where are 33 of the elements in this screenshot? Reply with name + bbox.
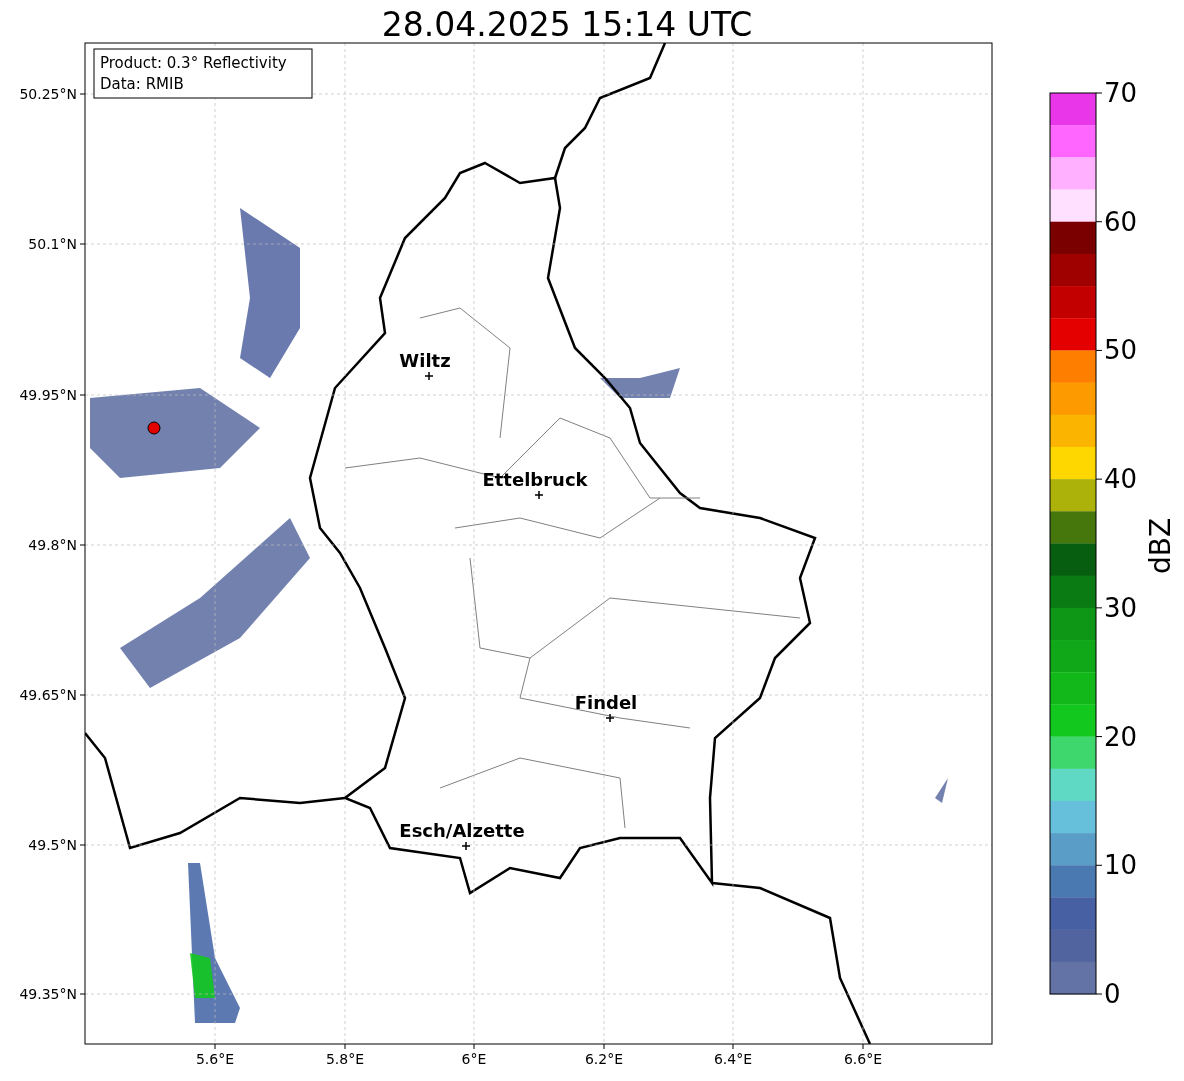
- city-label: Esch/Alzette: [399, 820, 525, 841]
- axis-tick-label: 6.6°E: [843, 1051, 883, 1067]
- colorbar-tick-label: 10: [1104, 850, 1138, 881]
- axis-tick-label: 50.1°N: [28, 236, 77, 252]
- colorbar-tick-label: 30: [1104, 592, 1138, 623]
- chart-title: 28.04.2025 15:14 UTC: [380, 8, 754, 41]
- colorbar-tick-label: 0: [1104, 979, 1121, 1009]
- axis-tick-label: 5.6°E: [195, 1051, 235, 1067]
- city-label: Wiltz: [399, 350, 451, 371]
- colorbar-label: dBZ: [1144, 517, 1177, 575]
- axis-tick-label: 6.2°E: [584, 1051, 624, 1067]
- axis-tick-label: 49.95°N: [19, 387, 77, 403]
- axis-tick-label: 5.8°E: [325, 1051, 365, 1067]
- axis-tick-label: 49.35°N: [19, 986, 77, 1002]
- city-marker: [534, 490, 544, 500]
- axis-tick-label: 49.5°N: [28, 837, 77, 853]
- colorbar-tick-label: 60: [1104, 206, 1138, 237]
- axis-tick-label: 49.65°N: [19, 687, 77, 703]
- axis-tick-label: 49.8°N: [28, 537, 77, 553]
- axis-tick-label: 6°E: [461, 1051, 487, 1067]
- colorbar-tick-label: 70: [1104, 78, 1138, 108]
- axis-tick-label: 50.25°N: [19, 86, 77, 102]
- city-marker: [424, 371, 434, 381]
- legend-text: Product: 0.3° Reflectivity: [100, 54, 287, 72]
- legend-text: Data: RMIB: [100, 75, 184, 93]
- colorbar-tick-label: 20: [1104, 721, 1138, 752]
- colorbar-tick-label: 50: [1104, 335, 1138, 366]
- axis-tick-label: 6.4°E: [713, 1051, 753, 1067]
- city-marker: [461, 841, 471, 851]
- city-label: Findel: [574, 692, 638, 713]
- colorbar-tick-label: 40: [1104, 464, 1138, 495]
- city-label: Ettelbruck: [482, 469, 588, 490]
- city-marker: [605, 713, 615, 723]
